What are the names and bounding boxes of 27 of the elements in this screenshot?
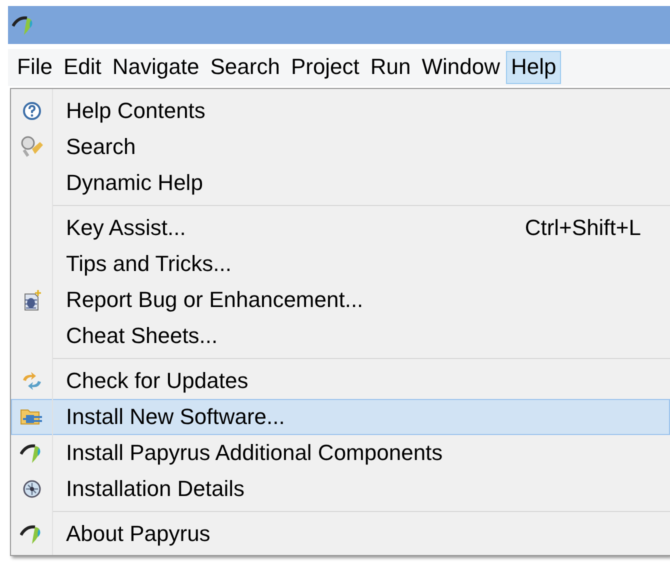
menu-item[interactable]: Report Bug or Enhancement... [11, 282, 670, 318]
folder-plug-icon [20, 407, 44, 427]
menu-title[interactable]: Edit [58, 51, 106, 84]
menu-title[interactable]: Run [365, 51, 416, 84]
help-icon [22, 101, 42, 121]
update-icon [21, 371, 43, 391]
gauge-icon [22, 479, 42, 499]
menu-title[interactable]: Project [286, 51, 364, 84]
menu-item[interactable]: Tips and Tricks... [11, 246, 670, 282]
menu-item[interactable]: Installation Details [11, 471, 670, 507]
menu-title[interactable]: Window [416, 51, 506, 84]
menu-title[interactable]: Search [205, 51, 285, 84]
menu-item[interactable]: Cheat Sheets... [11, 318, 670, 354]
menu-title[interactable]: Navigate [107, 51, 204, 84]
menu-title[interactable]: Help [506, 51, 562, 84]
shortcut-text: Ctrl+Shift+L [524, 215, 641, 241]
menu-item[interactable]: Dynamic Help [11, 165, 670, 201]
menu-title[interactable]: File [12, 51, 58, 84]
bug-report-icon [22, 289, 42, 311]
menu-item[interactable]: About Papyrus [11, 516, 670, 552]
menu-item[interactable]: Help Contents [11, 93, 670, 129]
menu-item[interactable]: Check for Updates [11, 363, 670, 399]
menu-item[interactable]: Install Papyrus Additional Components [11, 435, 670, 471]
menu-item[interactable]: Key Assist... Ctrl+Shift+L [11, 210, 670, 246]
menu-item[interactable]: Search [11, 129, 670, 165]
search-icon [20, 136, 44, 158]
menu-item[interactable]: Install New Software... [11, 399, 670, 435]
